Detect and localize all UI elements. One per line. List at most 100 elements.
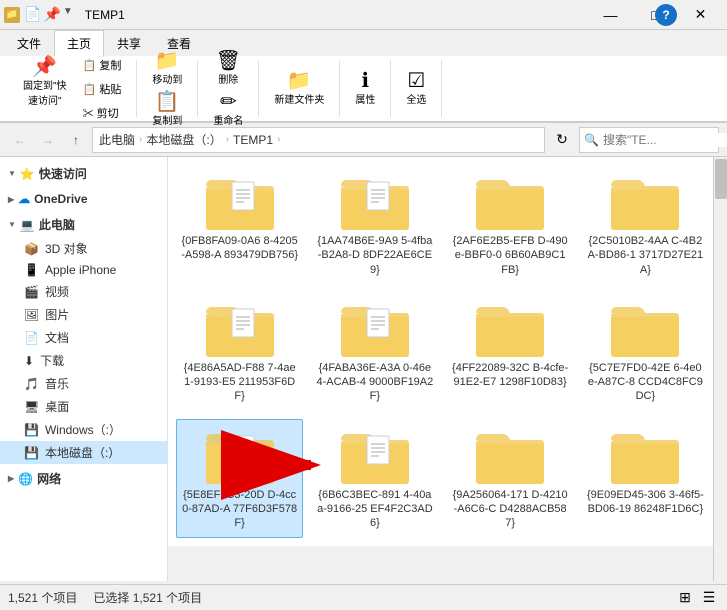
scrollbar-thumb[interactable] — [715, 159, 727, 199]
copy-to-button[interactable]: 📋 复制到 — [145, 89, 189, 130]
properties-button[interactable]: ℹ 属性 — [348, 68, 382, 109]
folder-svg — [474, 426, 546, 486]
folder-item[interactable]: {5C7E7FD0-42E 6-4e0e-A87C-8 CCD4C8FC9DC} — [582, 292, 709, 411]
sidebar-thispc-header[interactable]: ▼ 💻 此电脑 — [0, 212, 167, 237]
scrollbar[interactable] — [713, 157, 727, 581]
folder-icon-wrap — [204, 299, 276, 359]
sidebar-item-pictures[interactable]: 🖼 图片 — [0, 303, 167, 326]
back-button[interactable]: ← — [8, 128, 32, 152]
cut-button[interactable]: ✂ 剪切 — [76, 102, 129, 124]
folder-item[interactable]: {9E09ED45-306 3-46f5-BD06-19 86248F1D6C} — [582, 419, 709, 538]
move-to-button[interactable]: 📁 移动到 — [145, 48, 189, 89]
folder-icon-wrap — [339, 299, 411, 359]
quick-access-icons: 📄 📌 ▼ — [24, 6, 73, 23]
breadcrumb-folder[interactable]: TEMP1 — [233, 133, 273, 147]
up-button[interactable]: ↑ — [64, 128, 88, 152]
large-icon-view-button[interactable]: ⊞ — [675, 588, 695, 608]
sidebar-item-documents[interactable]: 📄 文档 — [0, 326, 167, 349]
sidebar-section-quickaccess: ▼ ⭐ 快速访问 — [0, 161, 167, 186]
folder-icon-wrap — [474, 172, 546, 232]
network-icon: 🌐 — [18, 472, 33, 486]
sidebar-item-downloads[interactable]: ⬇ 下载 — [0, 349, 167, 372]
sidebar-item-video[interactable]: 🎬 视频 — [0, 280, 167, 303]
ribbon-group-new: 🗑 删除 ✏ 重命名 — [198, 60, 259, 117]
music-icon: 🎵 — [24, 377, 39, 391]
sidebar-item-iphone[interactable]: 📱 Apple iPhone — [0, 260, 167, 280]
folder-label: {2C5010B2-4AA C-4B2A-BD86-1 3717D27E21A} — [587, 234, 704, 277]
forward-button[interactable]: → — [36, 128, 60, 152]
close-button[interactable]: ✕ — [678, 0, 723, 30]
move-icon: 📁 — [155, 51, 180, 71]
folder-svg — [339, 172, 411, 232]
select-all-button[interactable]: ☑ 全选 — [399, 68, 433, 109]
sidebar-item-3dobjects[interactable]: 📦 3D 对象 — [0, 237, 167, 260]
copy-button[interactable]: 📋 复制 — [76, 54, 129, 76]
breadcrumb-computer[interactable]: 此电脑 — [99, 131, 135, 148]
folder-icon-wrap — [204, 426, 276, 486]
folder-icon-wrap — [609, 426, 681, 486]
folder-item[interactable]: {2AF6E2B5-EFB D-490e-BBF0-0 6B60AB9C1FB} — [447, 165, 574, 284]
folder-icon-wrap — [204, 172, 276, 232]
folder-svg — [474, 172, 546, 232]
minimize-button[interactable]: — — [588, 0, 633, 30]
folder-item[interactable]: {4E86A5AD-F88 7-4ae1-9193-E5 211953F6DF} — [176, 292, 303, 411]
sidebar-network-header[interactable]: ▶ 🌐 网络 — [0, 466, 167, 491]
detail-view-button[interactable]: ☰ — [699, 588, 719, 608]
title-bar: 📁 📄 📌 ▼ TEMP1 — □ ✕ ? — [0, 0, 727, 30]
folder-icon-wrap — [339, 426, 411, 486]
sidebar-item-windows-drive[interactable]: 💾 Windows（:） — [0, 418, 167, 441]
dropdown-arrow-icon[interactable]: ▼ — [63, 6, 73, 23]
ribbon-content: 📌 固定到"快速访问" 📋 复制 📋 粘贴 ✂ 剪切 📁 移动到 📋 — [0, 56, 727, 122]
sidebar-item-music[interactable]: 🎵 音乐 — [0, 372, 167, 395]
help-button[interactable]: ? — [655, 4, 677, 26]
desktop-icon: 🖥 — [24, 400, 39, 414]
status-left: 1,521 个项目 已选择 1,521 个项目 — [8, 589, 202, 606]
status-bar: 1,521 个项目 已选择 1,521 个项目 ⊞ ☰ — [0, 584, 727, 610]
sidebar-quickaccess-header[interactable]: ▼ ⭐ 快速访问 — [0, 161, 167, 186]
folder-item[interactable]: {5E8EF3C3-20D D-4cc0-87AD-A 77F6D3F578F} — [176, 419, 303, 538]
breadcrumb-drive[interactable]: 本地磁盘（:） — [146, 131, 221, 148]
folder-item[interactable]: {2C5010B2-4AA C-4B2A-BD86-1 3717D27E21A} — [582, 165, 709, 284]
sidebar-section-thispc: ▼ 💻 此电脑 📦 3D 对象 📱 Apple iPhone 🎬 视频 — [0, 212, 167, 464]
folder-item[interactable]: {9A256064-171 D-4210-A6C6-C D4288ACB587} — [447, 419, 574, 538]
search-bar: 🔍 — [579, 127, 719, 153]
sidebar-onedrive-header[interactable]: ▶ ☁ OneDrive — [0, 188, 167, 210]
folder-item[interactable]: {4FF22089-32C B-4cfe-91E2-E7 1298F10D83} — [447, 292, 574, 411]
tab-file[interactable]: 文件 — [4, 30, 54, 56]
content-area: {0FB8FA09-0A6 8-4205-A598-A 893479DB756}… — [168, 157, 727, 546]
folder-item[interactable]: {0FB8FA09-0A6 8-4205-A598-A 893479DB756} — [176, 165, 303, 284]
new-folder-button[interactable]: 📁 新建文件夹 — [267, 68, 331, 109]
folder-item[interactable]: {4FABA36E-A3A 0-46e4-ACAB-4 9000BF19A2F} — [311, 292, 438, 411]
refresh-button[interactable]: ↻ — [549, 127, 575, 153]
video-icon: 🎬 — [24, 285, 39, 299]
folder-item[interactable]: {6B6C3BEC-891 4-40aa-9166-25 EF4F2C3AD6} — [311, 419, 438, 538]
new-folder-icon: 📄 — [24, 6, 41, 23]
windows-drive-icon: 💾 — [24, 423, 39, 437]
sidebar-item-desktop[interactable]: 🖥 桌面 — [0, 395, 167, 418]
delete-button[interactable]: 🗑 删除 — [209, 48, 248, 89]
breadcrumb[interactable]: 此电脑 › 本地磁盘（:） › TEMP1 › — [92, 127, 545, 153]
folder-svg — [339, 299, 411, 359]
search-icon: 🔍 — [584, 133, 599, 147]
sidebar-item-local-drive[interactable]: 💾 本地磁盘（:） — [0, 441, 167, 464]
folder-item[interactable]: {1AA74B6E-9A9 5-4fba-B2A8-D 8DF22AE6CE9} — [311, 165, 438, 284]
folder-svg — [609, 172, 681, 232]
address-bar: ← → ↑ 此电脑 › 本地磁盘（:） › TEMP1 › ↻ 🔍 — [0, 123, 727, 157]
sidebar-section-onedrive: ▶ ☁ OneDrive — [0, 188, 167, 210]
folder-label: {2AF6E2B5-EFB D-490e-BBF0-0 6B60AB9C1FB} — [452, 234, 569, 277]
pin-icon: 📌 — [32, 57, 57, 77]
status-right: ⊞ ☰ — [675, 588, 719, 608]
pin-to-quickaccess-button[interactable]: 📌 固定到"快速访问" — [16, 54, 74, 124]
ribbon-group-new-folder: 📁 新建文件夹 — [259, 60, 340, 117]
folder-label: {4E86A5AD-F88 7-4ae1-9193-E5 211953F6DF} — [181, 361, 298, 404]
folder-svg — [339, 426, 411, 486]
rename-button[interactable]: ✏ 重命名 — [206, 89, 250, 130]
paste-button[interactable]: 📋 粘贴 — [76, 78, 129, 100]
downloads-icon: ⬇ — [24, 354, 34, 368]
pictures-icon: 🖼 — [24, 308, 39, 322]
ribbon-group-organize: 📁 移动到 📋 复制到 — [137, 60, 198, 117]
iphone-icon: 📱 — [24, 263, 39, 277]
local-drive-icon: 💾 — [24, 446, 39, 460]
search-input[interactable] — [603, 133, 727, 147]
folder-icon-wrap — [474, 299, 546, 359]
